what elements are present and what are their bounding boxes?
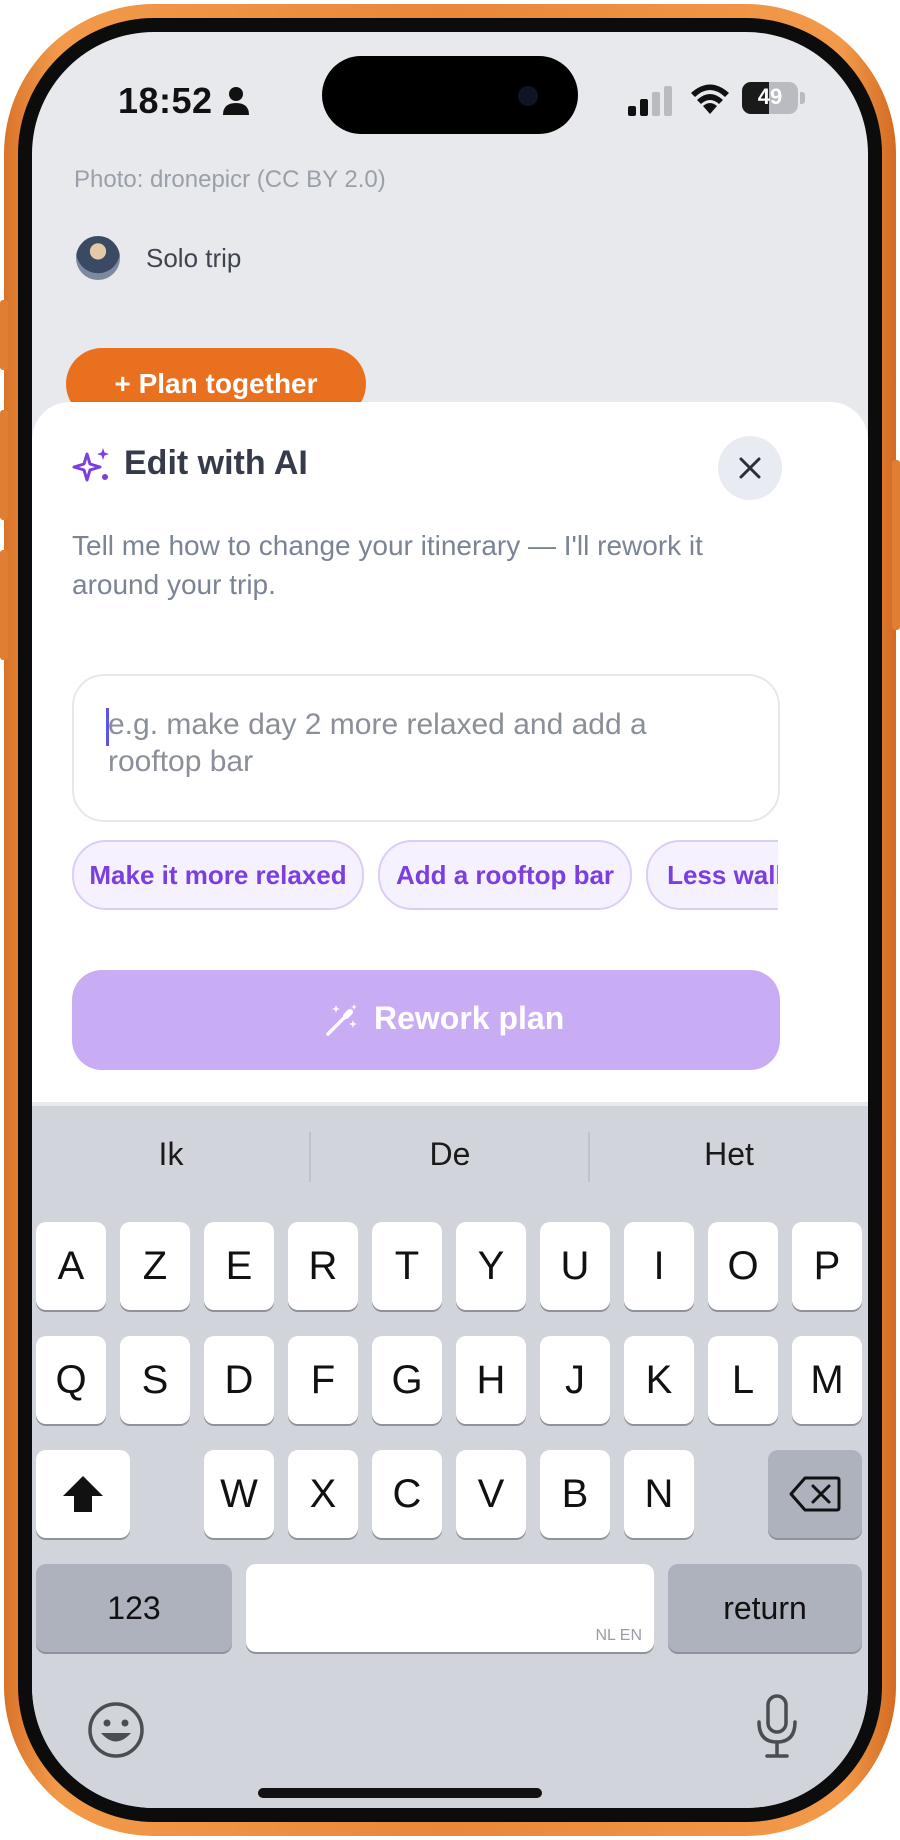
key-h[interactable]: H — [456, 1336, 526, 1424]
battery-cap — [800, 92, 805, 104]
person-icon — [223, 87, 249, 115]
space-bar[interactable]: NL EN — [246, 1564, 654, 1652]
key-k[interactable]: K — [624, 1336, 694, 1424]
key-x[interactable]: X — [288, 1450, 358, 1538]
numbers-key[interactable]: 123 — [36, 1564, 232, 1652]
key-j[interactable]: J — [540, 1336, 610, 1424]
microphone-icon[interactable] — [754, 1694, 800, 1760]
return-key[interactable]: return — [668, 1564, 862, 1652]
backspace-key[interactable] — [768, 1450, 862, 1538]
signal-icon — [628, 86, 672, 116]
key-b[interactable]: B — [540, 1450, 610, 1538]
key-i[interactable]: I — [624, 1222, 694, 1310]
key-v[interactable]: V — [456, 1450, 526, 1538]
avatar — [76, 236, 120, 280]
key-f[interactable]: F — [288, 1336, 358, 1424]
chip-make-relaxed[interactable]: Make it more relaxed — [72, 840, 364, 910]
battery-percent: 49 — [757, 84, 783, 109]
trip-type-label: Solo trip — [146, 243, 242, 273]
chip-less-walking[interactable]: Less walking — [646, 840, 778, 910]
photo-credit: Photo: dronepicr (CC BY 2.0) — [74, 166, 386, 193]
prompt-input[interactable]: e.g. make day 2 more relaxed and add a r… — [72, 674, 780, 822]
key-m[interactable]: M — [792, 1336, 862, 1424]
volume-up-button — [0, 410, 8, 520]
language-hint: NL EN — [595, 1627, 642, 1644]
shift-icon — [63, 1476, 103, 1512]
key-q[interactable]: Q — [36, 1336, 106, 1424]
key-z[interactable]: Z — [120, 1222, 190, 1310]
suggestion-1[interactable]: Ik — [32, 1136, 310, 1173]
key-l[interactable]: L — [708, 1336, 778, 1424]
status-time: 18:52 — [118, 80, 213, 121]
suggestion-chips: Make it more relaxed Add a rooftop bar L… — [72, 840, 778, 912]
magic-wand-icon — [326, 1004, 357, 1036]
emoji-icon[interactable] — [86, 1700, 146, 1760]
chip-rooftop-bar[interactable]: Add a rooftop bar — [378, 840, 632, 910]
rework-plan-label: Rework plan — [374, 1000, 565, 1036]
key-g[interactable]: G — [372, 1336, 442, 1424]
key-d[interactable]: D — [204, 1336, 274, 1424]
wifi-icon — [691, 84, 729, 114]
key-c[interactable]: C — [372, 1450, 442, 1538]
action-button — [0, 300, 8, 370]
key-a[interactable]: A — [36, 1222, 106, 1310]
suggestion-2[interactable]: De — [311, 1136, 589, 1173]
suggestion-3[interactable]: Het — [590, 1136, 868, 1173]
sheet-title: Edit with AI — [124, 444, 308, 482]
backspace-icon — [789, 1476, 841, 1512]
key-r[interactable]: R — [288, 1222, 358, 1310]
volume-down-button — [0, 550, 8, 660]
key-n[interactable]: N — [624, 1450, 694, 1538]
status-bar: 18:52 49 — [32, 32, 868, 182]
sparkle-icon — [72, 448, 109, 482]
key-s[interactable]: S — [120, 1336, 190, 1424]
keyboard: Ik De Het A Z E R T Y U I O P Q S D F G … — [32, 1106, 868, 1808]
key-y[interactable]: Y — [456, 1222, 526, 1310]
close-icon — [739, 457, 761, 479]
rework-plan-button[interactable]: Rework plan — [72, 970, 780, 1070]
key-w[interactable]: W — [204, 1450, 274, 1538]
key-o[interactable]: O — [708, 1222, 778, 1310]
key-e[interactable]: E — [204, 1222, 274, 1310]
camera-dot — [518, 86, 538, 106]
prompt-placeholder: e.g. make day 2 more relaxed and add a r… — [108, 708, 647, 778]
screen: 18:52 49 Photo: dronepicr (CC BY 2.0) So… — [32, 32, 868, 1808]
close-button[interactable] — [718, 436, 782, 500]
battery-icon: 49 — [742, 82, 798, 114]
home-indicator[interactable] — [258, 1788, 542, 1798]
shift-key[interactable] — [36, 1450, 130, 1538]
key-t[interactable]: T — [372, 1222, 442, 1310]
edit-with-ai-sheet: Edit with AI Tell me how to change your … — [32, 402, 868, 1102]
dynamic-island — [322, 56, 578, 134]
sheet-subtitle: Tell me how to change your itinerary — I… — [72, 530, 703, 600]
key-p[interactable]: P — [792, 1222, 862, 1310]
key-u[interactable]: U — [540, 1222, 610, 1310]
power-button — [892, 460, 900, 630]
